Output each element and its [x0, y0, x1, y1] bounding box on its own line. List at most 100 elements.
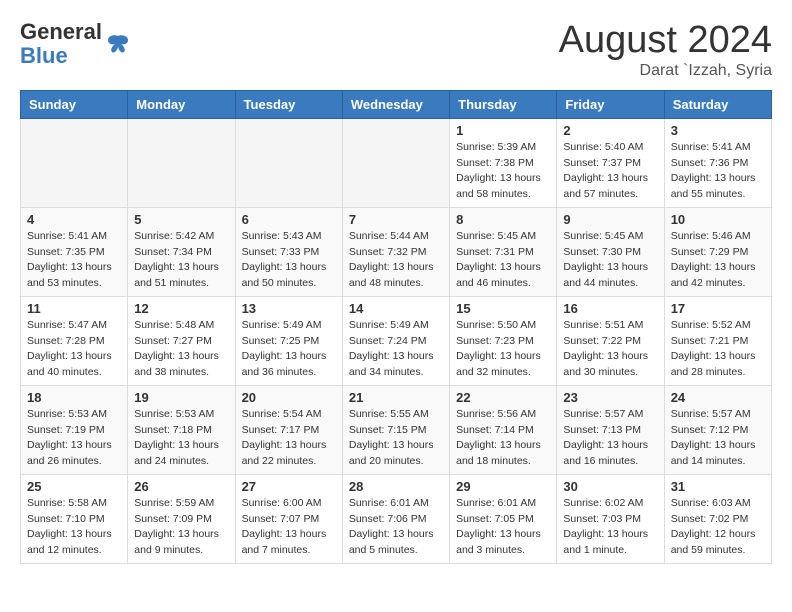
calendar-cell: 1Sunrise: 5:39 AM Sunset: 7:38 PM Daylig…: [450, 118, 557, 207]
calendar-cell: 28 Sunrise: 6:01 AM Sunset: 7:06 PM Dayli…: [342, 474, 449, 563]
day-number: 31: [671, 479, 765, 494]
day-number: 25: [27, 479, 121, 494]
calendar-cell: 12 Sunrise: 5:48 AM Sunset: 7:27 PM Dayli…: [128, 296, 235, 385]
logo-bird-icon: [104, 30, 132, 58]
calendar-cell: 24 Sunrise: 5:57 AM Sunset: 7:12 PM Dayli…: [664, 385, 771, 474]
day-number: 27: [242, 479, 336, 494]
day-number: 16: [563, 301, 657, 316]
calendar-cell: 10 Sunrise: 5:46 AM Sunset: 7:29 PM Dayli…: [664, 207, 771, 296]
calendar-header-thursday: Thursday: [450, 90, 557, 118]
day-number: 20: [242, 390, 336, 405]
day-info: Sunrise: 5:40 AM Sunset: 7:37 PM Dayligh…: [563, 140, 657, 203]
calendar-header-wednesday: Wednesday: [342, 90, 449, 118]
day-info: Sunrise: 5:50 AM Sunset: 7:23 PM Dayligh…: [456, 318, 550, 381]
day-info: Sunrise: 5:45 AM Sunset: 7:30 PM Dayligh…: [563, 229, 657, 292]
day-info: Sunrise: 5:57 AM Sunset: 7:13 PM Dayligh…: [563, 407, 657, 470]
calendar-cell: 6Sunrise: 5:43 AM Sunset: 7:33 PM Daylig…: [235, 207, 342, 296]
logo-blue: Blue: [20, 44, 102, 68]
day-number: 8: [456, 212, 550, 227]
day-info: Sunrise: 5:51 AM Sunset: 7:22 PM Dayligh…: [563, 318, 657, 381]
calendar-header-saturday: Saturday: [664, 90, 771, 118]
calendar-cell: 22 Sunrise: 5:56 AM Sunset: 7:14 PM Dayli…: [450, 385, 557, 474]
day-info: Sunrise: 5:59 AM Sunset: 7:09 PM Dayligh…: [134, 496, 228, 559]
day-number: 7: [349, 212, 443, 227]
page-header: General Blue August 2024 Darat `Izzah, S…: [20, 20, 772, 80]
calendar-cell: 23 Sunrise: 5:57 AM Sunset: 7:13 PM Dayli…: [557, 385, 664, 474]
day-info: Sunrise: 5:42 AM Sunset: 7:34 PM Dayligh…: [134, 229, 228, 292]
calendar-cell: 17Sunrise: 5:52 AM Sunset: 7:21 PM Dayli…: [664, 296, 771, 385]
calendar-cell: 11Sunrise: 5:47 AM Sunset: 7:28 PM Dayli…: [21, 296, 128, 385]
calendar-week-row: 1Sunrise: 5:39 AM Sunset: 7:38 PM Daylig…: [21, 118, 772, 207]
calendar-header-sunday: Sunday: [21, 90, 128, 118]
month-year: August 2024: [559, 20, 772, 62]
title-section: August 2024 Darat `Izzah, Syria: [559, 20, 772, 80]
calendar-cell: 5Sunrise: 5:42 AM Sunset: 7:34 PM Daylig…: [128, 207, 235, 296]
day-info: Sunrise: 5:53 AM Sunset: 7:19 PM Dayligh…: [27, 407, 121, 470]
day-info: Sunrise: 5:41 AM Sunset: 7:36 PM Dayligh…: [671, 140, 765, 203]
day-info: Sunrise: 5:47 AM Sunset: 7:28 PM Dayligh…: [27, 318, 121, 381]
logo-general: General: [20, 20, 102, 44]
day-number: 23: [563, 390, 657, 405]
calendar-cell: [342, 118, 449, 207]
day-number: 19: [134, 390, 228, 405]
calendar-week-row: 18 Sunrise: 5:53 AM Sunset: 7:19 PM Dayli…: [21, 385, 772, 474]
calendar-cell: 8Sunrise: 5:45 AM Sunset: 7:31 PM Daylig…: [450, 207, 557, 296]
calendar-cell: 30Sunrise: 6:02 AM Sunset: 7:03 PM Dayli…: [557, 474, 664, 563]
calendar-cell: 31 Sunrise: 6:03 AM Sunset: 7:02 PM Dayli…: [664, 474, 771, 563]
calendar-header-row: SundayMondayTuesdayWednesdayThursdayFrid…: [21, 90, 772, 118]
logo: General Blue: [20, 20, 132, 68]
calendar-header-tuesday: Tuesday: [235, 90, 342, 118]
calendar-week-row: 4Sunrise: 5:41 AM Sunset: 7:35 PM Daylig…: [21, 207, 772, 296]
calendar-cell: 26 Sunrise: 5:59 AM Sunset: 7:09 PM Dayli…: [128, 474, 235, 563]
calendar-cell: 20 Sunrise: 5:54 AM Sunset: 7:17 PM Dayli…: [235, 385, 342, 474]
calendar-cell: 18 Sunrise: 5:53 AM Sunset: 7:19 PM Dayli…: [21, 385, 128, 474]
day-info: Sunrise: 5:53 AM Sunset: 7:18 PM Dayligh…: [134, 407, 228, 470]
day-info: Sunrise: 5:44 AM Sunset: 7:32 PM Dayligh…: [349, 229, 443, 292]
day-info: Sunrise: 5:48 AM Sunset: 7:27 PM Dayligh…: [134, 318, 228, 381]
day-info: Sunrise: 5:46 AM Sunset: 7:29 PM Dayligh…: [671, 229, 765, 292]
calendar-cell: [128, 118, 235, 207]
day-info: Sunrise: 5:57 AM Sunset: 7:12 PM Dayligh…: [671, 407, 765, 470]
calendar-cell: 4Sunrise: 5:41 AM Sunset: 7:35 PM Daylig…: [21, 207, 128, 296]
calendar-cell: 19 Sunrise: 5:53 AM Sunset: 7:18 PM Dayli…: [128, 385, 235, 474]
day-number: 3: [671, 123, 765, 138]
calendar-cell: 9Sunrise: 5:45 AM Sunset: 7:30 PM Daylig…: [557, 207, 664, 296]
day-number: 2: [563, 123, 657, 138]
calendar-cell: [235, 118, 342, 207]
calendar-cell: 27 Sunrise: 6:00 AM Sunset: 7:07 PM Dayli…: [235, 474, 342, 563]
day-info: Sunrise: 5:56 AM Sunset: 7:14 PM Dayligh…: [456, 407, 550, 470]
day-number: 24: [671, 390, 765, 405]
day-number: 30: [563, 479, 657, 494]
day-number: 28: [349, 479, 443, 494]
day-number: 29: [456, 479, 550, 494]
day-info: Sunrise: 5:41 AM Sunset: 7:35 PM Dayligh…: [27, 229, 121, 292]
day-info: Sunrise: 5:55 AM Sunset: 7:15 PM Dayligh…: [349, 407, 443, 470]
calendar-cell: 3 Sunrise: 5:41 AM Sunset: 7:36 PM Daylig…: [664, 118, 771, 207]
day-info: Sunrise: 5:49 AM Sunset: 7:24 PM Dayligh…: [349, 318, 443, 381]
day-info: Sunrise: 6:01 AM Sunset: 7:05 PM Dayligh…: [456, 496, 550, 559]
day-info: Sunrise: 5:49 AM Sunset: 7:25 PM Dayligh…: [242, 318, 336, 381]
calendar-cell: 13Sunrise: 5:49 AM Sunset: 7:25 PM Dayli…: [235, 296, 342, 385]
day-info: Sunrise: 6:01 AM Sunset: 7:06 PM Dayligh…: [349, 496, 443, 559]
calendar-week-row: 11Sunrise: 5:47 AM Sunset: 7:28 PM Dayli…: [21, 296, 772, 385]
day-number: 14: [349, 301, 443, 316]
calendar-cell: 21Sunrise: 5:55 AM Sunset: 7:15 PM Dayli…: [342, 385, 449, 474]
day-number: 12: [134, 301, 228, 316]
calendar-cell: 25Sunrise: 5:58 AM Sunset: 7:10 PM Dayli…: [21, 474, 128, 563]
calendar-cell: 15 Sunrise: 5:50 AM Sunset: 7:23 PM Dayli…: [450, 296, 557, 385]
calendar-cell: 2 Sunrise: 5:40 AM Sunset: 7:37 PM Daylig…: [557, 118, 664, 207]
day-number: 18: [27, 390, 121, 405]
calendar-cell: 14 Sunrise: 5:49 AM Sunset: 7:24 PM Dayli…: [342, 296, 449, 385]
calendar-table: SundayMondayTuesdayWednesdayThursdayFrid…: [20, 90, 772, 564]
day-info: Sunrise: 6:00 AM Sunset: 7:07 PM Dayligh…: [242, 496, 336, 559]
calendar-cell: 29 Sunrise: 6:01 AM Sunset: 7:05 PM Dayli…: [450, 474, 557, 563]
day-info: Sunrise: 5:39 AM Sunset: 7:38 PM Dayligh…: [456, 140, 550, 203]
day-info: Sunrise: 5:54 AM Sunset: 7:17 PM Dayligh…: [242, 407, 336, 470]
day-number: 10: [671, 212, 765, 227]
day-number: 15: [456, 301, 550, 316]
calendar-cell: 16 Sunrise: 5:51 AM Sunset: 7:22 PM Dayli…: [557, 296, 664, 385]
calendar-week-row: 25Sunrise: 5:58 AM Sunset: 7:10 PM Dayli…: [21, 474, 772, 563]
day-number: 26: [134, 479, 228, 494]
day-info: Sunrise: 6:03 AM Sunset: 7:02 PM Dayligh…: [671, 496, 765, 559]
day-number: 22: [456, 390, 550, 405]
